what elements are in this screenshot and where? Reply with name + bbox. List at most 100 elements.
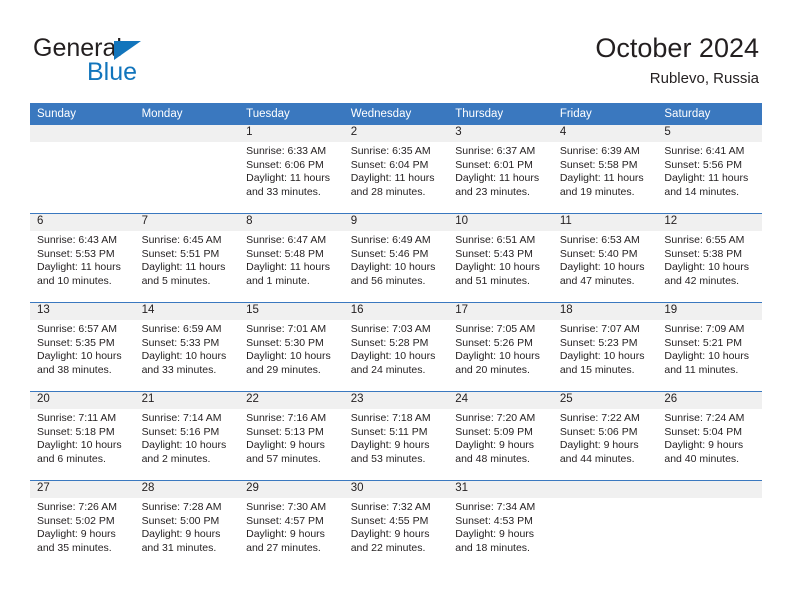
sunrise-text: Sunrise: 7:01 AM	[246, 323, 327, 335]
calendar-table: Sunday Monday Tuesday Wednesday Thursday…	[30, 103, 762, 569]
day-cell[interactable]: 20 Sunrise: 7:11 AM Sunset: 5:18 PM Dayligh…	[30, 391, 135, 481]
sunrise-text: Sunrise: 7:11 AM	[37, 412, 117, 424]
daylight-text-line2: and 33 minutes.	[246, 185, 321, 198]
day-details: Sunrise: 7:34 AM Sunset: 4:53 PM Daylight:…	[448, 498, 553, 555]
daylight-text-line2: and 27 minutes.	[246, 541, 321, 554]
day-number	[657, 481, 762, 498]
day-cell[interactable]: 4 Sunrise: 6:39 AM Sunset: 5:58 PM Daylight…	[552, 125, 658, 214]
day-number: 22	[239, 392, 344, 409]
day-cell[interactable]: 23 Sunrise: 7:18 AM Sunset: 5:11 PM Dayligh…	[343, 391, 449, 481]
day-cell[interactable]: 14 Sunrise: 6:59 AM Sunset: 5:33 PM Dayligh…	[134, 302, 240, 392]
page-title: October 2024	[595, 33, 759, 63]
day-cell[interactable]	[134, 125, 240, 214]
daylight-text-line2: and 5 minutes.	[141, 274, 211, 287]
day-cell[interactable]: 18 Sunrise: 7:07 AM Sunset: 5:23 PM Dayligh…	[552, 302, 658, 392]
sunrise-text: Sunrise: 6:45 AM	[141, 234, 222, 246]
daylight-text-line1: Daylight: 9 hours	[246, 439, 325, 452]
weekday-header-friday: Friday	[552, 103, 658, 125]
daylight-text-line1: Daylight: 10 hours	[455, 350, 540, 363]
day-details: Sunrise: 7:16 AM Sunset: 5:13 PM Daylight:…	[239, 409, 344, 466]
title-block: October 2024 Rublevo, Russia	[595, 32, 759, 88]
day-details: Sunrise: 7:09 AM Sunset: 5:21 PM Daylight:…	[657, 320, 762, 377]
day-number: 5	[657, 125, 762, 142]
day-number: 15	[239, 303, 344, 320]
day-number: 16	[343, 303, 449, 320]
day-number: 21	[134, 392, 240, 409]
sunset-text: Sunset: 5:06 PM	[559, 425, 638, 438]
sunset-text: Sunset: 5:46 PM	[350, 247, 429, 260]
daylight-text-line2: and 6 minutes.	[37, 452, 106, 465]
day-cell[interactable]: 22 Sunrise: 7:16 AM Sunset: 5:13 PM Dayligh…	[239, 391, 344, 481]
day-cell[interactable]: 2 Sunrise: 6:35 AM Sunset: 6:04 PM Daylight…	[343, 125, 449, 214]
sunset-text: Sunset: 5:48 PM	[246, 247, 324, 260]
sunrise-text: Sunrise: 6:47 AM	[246, 234, 327, 246]
day-details: Sunrise: 6:53 AM Sunset: 5:40 PM Daylight:…	[553, 231, 658, 288]
day-cell[interactable]: 31 Sunrise: 7:34 AM Sunset: 4:53 PM Dayligh…	[448, 480, 553, 569]
day-cell[interactable]: 28 Sunrise: 7:28 AM Sunset: 5:00 PM Dayligh…	[134, 480, 240, 569]
day-cell[interactable]: 11 Sunrise: 6:53 AM Sunset: 5:40 PM Dayligh…	[552, 213, 658, 303]
sunset-text: Sunset: 5:30 PM	[246, 336, 324, 349]
daylight-text-line1: Daylight: 10 hours	[246, 350, 331, 363]
day-cell[interactable]: 13 Sunrise: 6:57 AM Sunset: 5:35 PM Dayligh…	[30, 302, 135, 392]
day-cell[interactable]: 24 Sunrise: 7:20 AM Sunset: 5:09 PM Dayligh…	[448, 391, 553, 481]
sunset-text: Sunset: 5:13 PM	[246, 425, 324, 438]
day-cell[interactable]: 15 Sunrise: 7:01 AM Sunset: 5:30 PM Dayligh…	[239, 302, 344, 392]
sunrise-text: Sunrise: 6:37 AM	[455, 145, 536, 157]
day-cell[interactable]	[30, 125, 135, 214]
day-cell[interactable]: 12 Sunrise: 6:55 AM Sunset: 5:38 PM Dayligh…	[657, 213, 762, 303]
day-cell[interactable]: 10 Sunrise: 6:51 AM Sunset: 5:43 PM Dayligh…	[448, 213, 553, 303]
day-number: 31	[448, 481, 553, 498]
sunset-text: Sunset: 5:02 PM	[37, 514, 115, 527]
day-cell[interactable]: 19 Sunrise: 7:09 AM Sunset: 5:21 PM Dayligh…	[657, 302, 762, 392]
day-cell[interactable]: 17 Sunrise: 7:05 AM Sunset: 5:26 PM Dayligh…	[448, 302, 553, 392]
day-details: Sunrise: 7:05 AM Sunset: 5:26 PM Daylight:…	[448, 320, 553, 377]
daylight-text-line2: and 51 minutes.	[455, 274, 530, 287]
day-details: Sunrise: 6:35 AM Sunset: 6:04 PM Daylight:…	[344, 142, 449, 199]
day-cell[interactable]: 21 Sunrise: 7:14 AM Sunset: 5:16 PM Dayligh…	[134, 391, 240, 481]
day-cell[interactable]: 27 Sunrise: 7:26 AM Sunset: 5:02 PM Dayligh…	[30, 480, 135, 569]
day-cell[interactable]: 9 Sunrise: 6:49 AM Sunset: 5:46 PM Daylight…	[343, 213, 449, 303]
sunset-text: Sunset: 4:53 PM	[455, 514, 533, 527]
day-cell[interactable]: 25 Sunrise: 7:22 AM Sunset: 5:06 PM Dayligh…	[552, 391, 658, 481]
day-number: 4	[552, 125, 658, 142]
daylight-text-line2: and 35 minutes.	[37, 541, 112, 554]
daylight-text-line1: Daylight: 10 hours	[664, 350, 750, 363]
day-cell[interactable]	[552, 480, 658, 569]
daylight-text-line1: Daylight: 10 hours	[455, 261, 540, 274]
daylight-text-line1: Daylight: 11 hours	[141, 261, 226, 274]
day-details: Sunrise: 6:37 AM Sunset: 6:01 PM Daylight:…	[448, 142, 553, 199]
sunrise-text: Sunrise: 6:49 AM	[350, 234, 431, 246]
sunset-text: Sunset: 5:35 PM	[37, 336, 115, 349]
day-details: Sunrise: 7:24 AM Sunset: 5:04 PM Daylight:…	[657, 409, 762, 466]
day-cell[interactable]: 1 Sunrise: 6:33 AM Sunset: 6:06 PM Daylight…	[239, 125, 344, 214]
daylight-text-line2: and 14 minutes.	[664, 185, 740, 198]
sunset-text: Sunset: 5:58 PM	[559, 158, 638, 171]
daylight-text-line2: and 42 minutes.	[664, 274, 740, 287]
daylight-text-line1: Daylight: 11 hours	[37, 261, 121, 274]
day-number: 12	[657, 214, 762, 231]
day-cell[interactable]: 16 Sunrise: 7:03 AM Sunset: 5:28 PM Dayligh…	[343, 302, 449, 392]
daylight-text-line2: and 11 minutes.	[664, 363, 739, 376]
day-cell[interactable]: 3 Sunrise: 6:37 AM Sunset: 6:01 PM Daylight…	[448, 125, 553, 214]
day-details: Sunrise: 6:49 AM Sunset: 5:46 PM Daylight:…	[344, 231, 449, 288]
sunrise-text: Sunrise: 7:18 AM	[350, 412, 431, 424]
day-cell[interactable]	[657, 480, 762, 569]
day-number: 7	[134, 214, 240, 231]
brand-logo[interactable]: General Blue	[33, 34, 293, 86]
day-number: 26	[657, 392, 762, 409]
day-cell[interactable]: 26 Sunrise: 7:24 AM Sunset: 5:04 PM Dayligh…	[657, 391, 762, 481]
daylight-text-line1: Daylight: 9 hours	[350, 528, 430, 541]
sunset-text: Sunset: 5:16 PM	[141, 425, 220, 438]
day-number: 3	[448, 125, 553, 142]
day-cell[interactable]: 29 Sunrise: 7:30 AM Sunset: 4:57 PM Dayligh…	[239, 480, 344, 569]
day-cell[interactable]: 6 Sunrise: 6:43 AM Sunset: 5:53 PM Daylight…	[30, 213, 135, 303]
day-cell[interactable]: 5 Sunrise: 6:41 AM Sunset: 5:56 PM Daylight…	[657, 125, 762, 214]
day-cell[interactable]: 30 Sunrise: 7:32 AM Sunset: 4:55 PM Dayligh…	[343, 480, 449, 569]
day-cell[interactable]: 7 Sunrise: 6:45 AM Sunset: 5:51 PM Daylight…	[134, 213, 240, 303]
day-details: Sunrise: 6:55 AM Sunset: 5:38 PM Daylight:…	[657, 231, 762, 288]
day-details: Sunrise: 7:14 AM Sunset: 5:16 PM Daylight:…	[135, 409, 240, 466]
daylight-text-line2: and 15 minutes.	[559, 363, 635, 376]
day-number: 19	[657, 303, 762, 320]
day-number: 10	[448, 214, 553, 231]
day-cell[interactable]: 8 Sunrise: 6:47 AM Sunset: 5:48 PM Daylight…	[239, 213, 344, 303]
